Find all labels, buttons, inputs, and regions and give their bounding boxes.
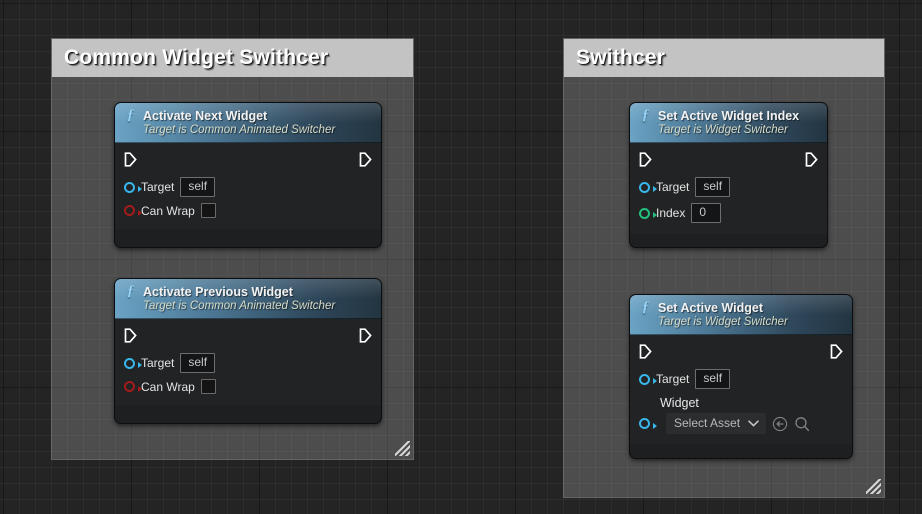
pin-row-target: Target self xyxy=(630,364,852,390)
exec-out-pin[interactable] xyxy=(805,152,818,167)
index-value-field[interactable]: 0 xyxy=(691,203,722,223)
browse-to-asset-icon[interactable] xyxy=(772,416,788,432)
comment-resize-grip[interactable] xyxy=(395,441,410,456)
node-body: Target self Widget Select Asset xyxy=(630,335,852,444)
pin-row-can-wrap: Can Wrap xyxy=(115,198,381,219)
pin-row-can-wrap: Can Wrap xyxy=(115,374,381,395)
node-header[interactable]: ƒ Set Active Widget Target is Widget Swi… xyxy=(630,295,852,335)
comment-title-text: Common Widget Swithcer xyxy=(64,46,329,69)
pin-row-target: Target self xyxy=(115,172,381,198)
pin-row-target: Target self xyxy=(115,348,381,374)
widget-pin-icon[interactable] xyxy=(639,418,657,429)
node-header[interactable]: ƒ Activate Next Widget Target is Common … xyxy=(115,103,381,143)
node-title: Activate Next Widget xyxy=(143,108,268,123)
node-body: Target self Index 0 xyxy=(630,143,827,234)
node-body: Target self Can Wrap xyxy=(115,319,381,405)
target-value-field[interactable]: self xyxy=(695,177,731,197)
node-title: Set Active Widget xyxy=(658,300,763,315)
exec-in-pin[interactable] xyxy=(124,328,137,343)
asset-select-label: Select Asset xyxy=(674,416,741,430)
node-set-active-widget[interactable]: ƒ Set Active Widget Target is Widget Swi… xyxy=(629,294,853,459)
pin-label-index: Index xyxy=(656,206,686,220)
index-pin-icon[interactable] xyxy=(639,207,657,219)
can-wrap-checkbox[interactable] xyxy=(200,203,216,218)
asset-select-dropdown[interactable]: Select Asset xyxy=(666,413,767,434)
comment-title-bar[interactable]: Common Widget Swithcer xyxy=(52,39,413,77)
exec-pin-row xyxy=(115,319,381,348)
node-body: Target self Can Wrap xyxy=(115,143,381,229)
exec-out-pin[interactable] xyxy=(359,328,372,343)
node-subtitle: Target is Widget Switcher xyxy=(658,124,788,136)
target-value-field[interactable]: self xyxy=(695,369,731,389)
function-f-icon: ƒ xyxy=(641,107,650,123)
pin-label-widget: Widget xyxy=(660,396,699,410)
pin-label-can-wrap: Can Wrap xyxy=(141,379,195,394)
exec-out-pin[interactable] xyxy=(830,344,843,359)
can-wrap-checkbox[interactable] xyxy=(200,379,216,394)
node-title: Set Active Widget Index xyxy=(658,108,800,123)
comment-title-text: Swithcer xyxy=(576,46,666,69)
node-header[interactable]: ƒ Activate Previous Widget Target is Com… xyxy=(115,279,381,319)
node-subtitle: Target is Common Animated Switcher xyxy=(143,124,336,136)
node-subtitle: Target is Widget Switcher xyxy=(658,316,788,328)
comment-title-bar[interactable]: Swithcer xyxy=(564,39,884,77)
pin-label-target: Target xyxy=(656,372,690,386)
function-f-icon: ƒ xyxy=(641,299,650,315)
pin-label-target: Target xyxy=(141,180,175,194)
exec-pin-row xyxy=(115,143,381,172)
node-header[interactable]: ƒ Set Active Widget Index Target is Widg… xyxy=(630,103,827,143)
exec-pin-row xyxy=(630,335,852,364)
pin-row-target: Target self xyxy=(630,172,827,198)
exec-in-pin[interactable] xyxy=(124,152,137,167)
pin-label-target: Target xyxy=(656,180,690,194)
node-subtitle: Target is Common Animated Switcher xyxy=(143,300,336,312)
target-pin-icon[interactable] xyxy=(124,357,142,369)
exec-in-pin[interactable] xyxy=(639,344,652,359)
node-activate-previous-widget[interactable]: ƒ Activate Previous Widget Target is Com… xyxy=(114,278,382,424)
exec-pin-row xyxy=(630,143,827,172)
exec-in-pin[interactable] xyxy=(639,152,652,167)
pin-label-can-wrap: Can Wrap xyxy=(141,203,195,218)
target-pin-icon[interactable] xyxy=(639,373,657,385)
target-pin-icon[interactable] xyxy=(639,181,657,193)
pin-label-target: Target xyxy=(141,356,175,370)
node-activate-next-widget[interactable]: ƒ Activate Next Widget Target is Common … xyxy=(114,102,382,248)
target-value-field[interactable]: self xyxy=(180,353,216,373)
target-value-field[interactable]: self xyxy=(180,177,216,197)
node-title: Activate Previous Widget xyxy=(143,284,293,299)
node-set-active-widget-index[interactable]: ƒ Set Active Widget Index Target is Widg… xyxy=(629,102,828,248)
target-pin-icon[interactable] xyxy=(124,181,142,193)
function-f-icon: ƒ xyxy=(126,283,135,299)
blueprint-graph-canvas[interactable]: Common Widget Swithcer Swithcer ƒ Activa… xyxy=(0,0,922,514)
function-f-icon: ƒ xyxy=(126,107,135,123)
pin-row-index: Index 0 xyxy=(630,198,827,224)
exec-out-pin[interactable] xyxy=(359,152,372,167)
can-wrap-pin-icon[interactable] xyxy=(124,381,142,392)
pin-row-widget: Widget Select Asset xyxy=(630,390,852,434)
comment-resize-grip[interactable] xyxy=(866,479,881,494)
search-icon[interactable] xyxy=(794,416,810,432)
can-wrap-pin-icon[interactable] xyxy=(124,205,142,216)
chevron-down-icon xyxy=(748,419,759,427)
